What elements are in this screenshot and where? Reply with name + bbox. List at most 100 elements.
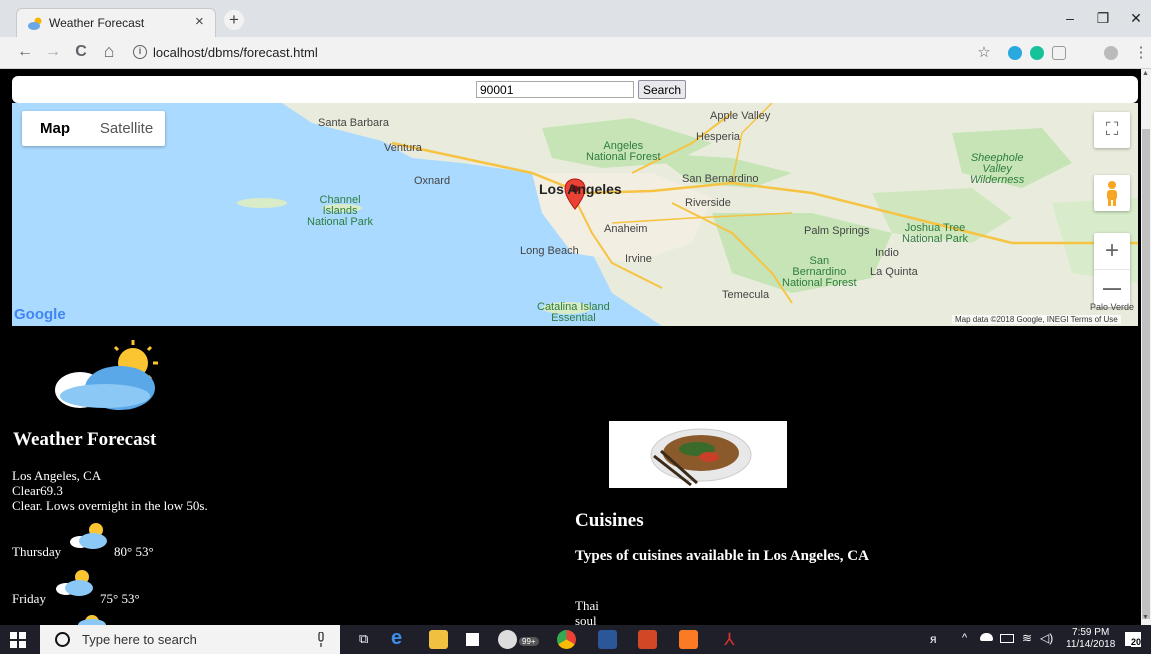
- tab-strip: Weather Forecast × + – ❐ ✕: [0, 0, 1151, 37]
- onedrive-icon[interactable]: [980, 633, 993, 641]
- weather-favicon-icon: [28, 17, 42, 30]
- google-logo[interactable]: Google: [14, 306, 66, 323]
- window-close-icon[interactable]: ✕: [1126, 10, 1146, 27]
- battery-icon[interactable]: [1000, 634, 1014, 643]
- map-label-ventura: Ventura: [384, 142, 422, 154]
- extension-shield-icon[interactable]: [1052, 46, 1066, 60]
- map-label-los-angeles: Los Angeles: [539, 181, 622, 197]
- browser-tab[interactable]: Weather Forecast ×: [16, 8, 216, 37]
- forecast-temps: 80° 53°: [114, 544, 154, 559]
- forecast-day: Thursday: [12, 544, 62, 559]
- map-label-long-beach: Long Beach: [520, 245, 579, 257]
- profile-avatar-icon[interactable]: [1104, 46, 1118, 60]
- weather-title: Weather Forecast: [13, 429, 157, 450]
- xampp-icon[interactable]: [679, 630, 698, 649]
- taskbar-clock[interactable]: 7:59 PM 11/14/2018: [1066, 627, 1115, 651]
- minimize-icon[interactable]: –: [1060, 10, 1080, 26]
- fullscreen-icon: ⛶: [1105, 119, 1119, 139]
- scroll-up-icon[interactable]: ▲: [1142, 70, 1149, 77]
- map-label-apple-valley: Apple Valley: [710, 110, 771, 122]
- chrome-menu-icon[interactable]: ⋮: [1132, 43, 1150, 61]
- task-view-icon[interactable]: ⧉: [359, 631, 368, 647]
- taskbar-search-placeholder: Type here to search: [82, 632, 197, 647]
- map-label-riverside: Riverside: [685, 197, 731, 209]
- chrome-icon[interactable]: [557, 630, 576, 649]
- back-icon[interactable]: ←: [16, 43, 34, 61]
- forecast-temps: 75° 53°: [100, 591, 140, 606]
- tab-title: Weather Forecast: [49, 16, 145, 30]
- cortana-circle-icon: [55, 632, 70, 647]
- map-view-button[interactable]: Map: [22, 111, 88, 146]
- new-tab-button[interactable]: +: [224, 10, 244, 30]
- people-icon[interactable]: ᴙ: [930, 632, 937, 646]
- forward-icon[interactable]: →: [44, 43, 62, 61]
- acrobat-icon[interactable]: ⅄: [720, 630, 739, 649]
- weather-location: Los Angeles, CA: [12, 468, 102, 483]
- map-label-palo-verde: Palo Verde: [1090, 302, 1135, 312]
- map-label-catalina: Catalina Island Essential: [537, 301, 610, 324]
- windows-taskbar: Type here to search ⧉ e 99+ ⅄ ᴙ ^ ≋ ◁) 7…: [0, 625, 1151, 654]
- fullscreen-button[interactable]: ⛶: [1094, 112, 1130, 148]
- map-label-anaheim: Anaheim: [604, 223, 648, 235]
- weather-partly-cloudy-icon: [55, 340, 158, 410]
- scroll-down-icon[interactable]: ▼: [1142, 614, 1149, 621]
- notification-count: 20: [1131, 637, 1142, 647]
- store-icon[interactable]: [463, 630, 482, 649]
- cuisine-item: Thai: [575, 598, 599, 613]
- zip-input[interactable]: [476, 81, 634, 98]
- volume-icon[interactable]: ◁): [1040, 631, 1053, 645]
- zoom-in-button[interactable]: +: [1094, 233, 1130, 270]
- restore-icon[interactable]: ❐: [1093, 10, 1113, 27]
- scroll-thumb[interactable]: [1142, 129, 1150, 619]
- map-label-joshua-tree: Joshua Tree National Park: [902, 222, 969, 245]
- map-label-santa-barbara: Santa Barbara: [318, 117, 389, 129]
- weather-current: Clear69.3: [12, 483, 63, 498]
- map-label-temecula: Temecula: [722, 289, 770, 301]
- search-button[interactable]: Search: [638, 80, 686, 99]
- street-view-pegman[interactable]: [1094, 175, 1130, 211]
- extension-cloud-icon[interactable]: [1008, 46, 1022, 60]
- map-tiles[interactable]: [12, 103, 1138, 326]
- app-icon[interactable]: [498, 630, 517, 649]
- site-info-icon[interactable]: i: [133, 45, 147, 59]
- app-badge: 99+: [519, 637, 539, 646]
- map-label-san-bernardino-nf: San Bernardino National Forest: [782, 255, 857, 289]
- map-label-channel-islands: Channel Islands National Park: [307, 194, 374, 228]
- address-bar[interactable]: localhost/dbms/forecast.html: [153, 45, 318, 60]
- browser-toolbar: ← → C ⌂ i localhost/dbms/forecast.html ☆…: [0, 37, 1151, 69]
- map-label-sheephole: Sheephole Valley Wilderness: [970, 152, 1025, 186]
- map-label-palm-springs: Palm Springs: [804, 225, 870, 237]
- noodle-dish-image: [609, 421, 787, 488]
- wifi-icon[interactable]: ≋: [1022, 631, 1032, 645]
- tab-close-icon[interactable]: ×: [195, 13, 204, 30]
- map-label-la-quinta: La Quinta: [870, 266, 918, 278]
- word-icon[interactable]: [598, 630, 617, 649]
- taskbar-search-box[interactable]: Type here to search: [40, 625, 340, 654]
- google-map[interactable]: Map Satellite ⛶ + — Santa Barbara Ventur…: [12, 103, 1138, 326]
- map-label-oxnard: Oxnard: [414, 175, 451, 187]
- cuisine-title: Cuisines: [575, 510, 644, 531]
- file-explorer-icon[interactable]: [429, 630, 448, 649]
- map-label-san-bernardino: San Bernardino: [682, 173, 759, 185]
- home-icon[interactable]: ⌂: [100, 41, 118, 62]
- map-label-angeles-nf: Angeles National Forest: [586, 140, 661, 163]
- bookmark-star-icon[interactable]: ☆: [975, 43, 993, 61]
- map-attribution[interactable]: Map data ©2018 Google, INEGI Terms of Us…: [952, 315, 1121, 324]
- grammarly-extension-icon[interactable]: [1030, 46, 1044, 60]
- reload-icon[interactable]: C: [72, 43, 90, 61]
- satellite-view-button[interactable]: Satellite: [88, 111, 165, 146]
- forecast-cloud-icon: [78, 615, 106, 625]
- tray-overflow-icon[interactable]: ^: [962, 632, 967, 644]
- edge-browser-icon[interactable]: e: [391, 627, 402, 650]
- forecast-cloud-icon: [70, 523, 107, 549]
- zoom-control: + —: [1094, 233, 1130, 307]
- map-type-control: Map Satellite: [22, 111, 165, 146]
- pegman-icon: [1107, 181, 1117, 206]
- windows-start-icon[interactable]: [10, 632, 26, 648]
- page-scrollbar[interactable]: ▲ ▼: [1141, 69, 1151, 625]
- powerpoint-icon[interactable]: [638, 630, 657, 649]
- zip-search-bar: Search: [12, 76, 1138, 103]
- microphone-icon[interactable]: [316, 632, 326, 647]
- weather-summary: Clear. Lows overnight in the low 50s.: [12, 498, 208, 513]
- map-label-irvine: Irvine: [625, 253, 652, 265]
